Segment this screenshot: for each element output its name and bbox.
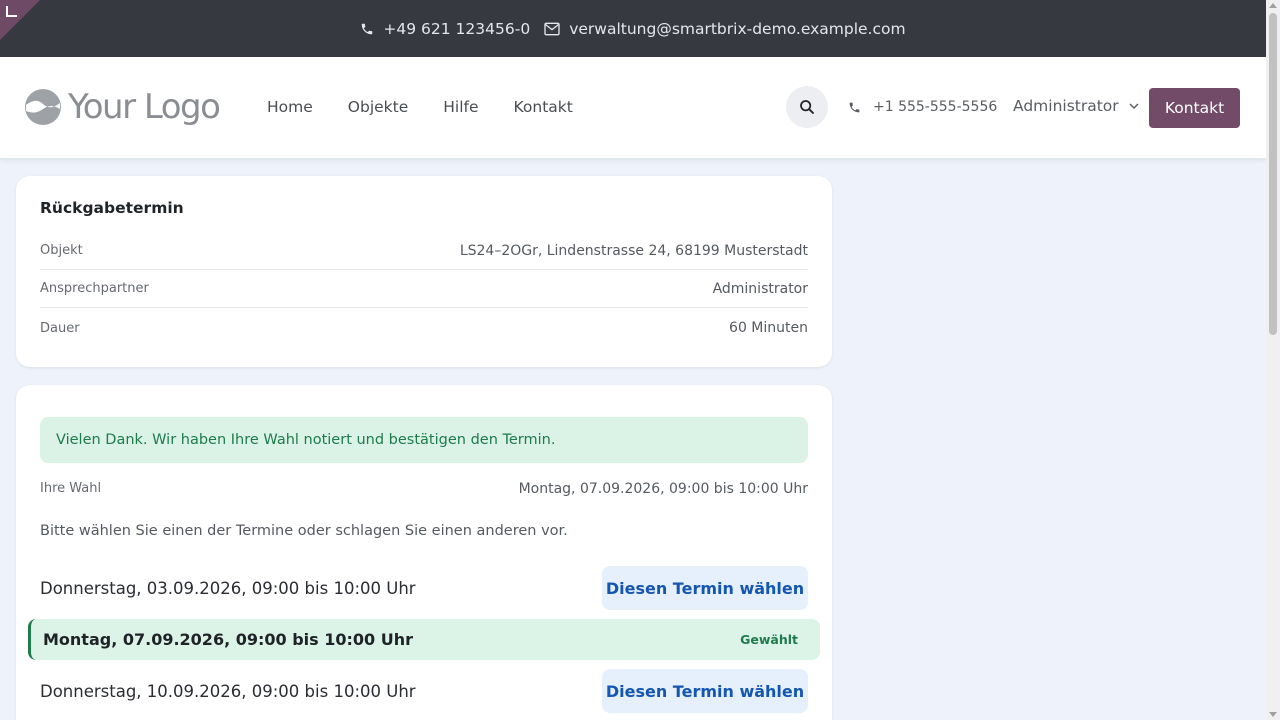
- header-phone[interactable]: +1 555-555-5556: [848, 99, 997, 115]
- selected-badge: Gewählt: [740, 632, 798, 647]
- edit-corner-icon: [6, 6, 17, 17]
- logo-icon: [25, 89, 61, 125]
- phone-icon: [362, 23, 373, 34]
- appointment-title: Rückgabetermin: [40, 199, 184, 217]
- logo-text: Your Logo: [68, 87, 221, 127]
- appointment-card: Rückgabetermin Objekt LS24–2OGr, Lindens…: [16, 176, 832, 367]
- user-menu[interactable]: Administrator: [1013, 97, 1139, 115]
- slot-date: Montag, 07.09.2026, 09:00 bis 10:00 Uhr: [43, 630, 414, 649]
- contact-topbar: +49 621 123456-0 verwaltung@smartbrix-de…: [0, 0, 1266, 57]
- nav-hilfe[interactable]: Hilfe: [443, 98, 478, 116]
- slot-date: Donnerstag, 10.09.2026, 09:00 bis 10:00 …: [40, 681, 416, 701]
- slot-row: Donnerstag, 10.09.2026, 09:00 bis 10:00 …: [40, 669, 808, 713]
- nav-kontakt[interactable]: Kontakt: [514, 98, 573, 116]
- detail-row-dauer: Dauer 60 Minuten: [40, 309, 808, 347]
- topbar-phone-text: +49 621 123456-0: [383, 19, 531, 38]
- your-choice-row: Ihre Wahl Montag, 07.09.2026, 09:00 bis …: [40, 481, 808, 497]
- topbar-email-text: verwaltung@smartbrix-demo.example.com: [569, 19, 906, 38]
- detail-label: Ansprechpartner: [40, 281, 149, 296]
- main-nav: Home Objekte Hilfe Kontakt: [267, 98, 608, 116]
- selection-hint: Bitte wählen Sie einen der Termine oder …: [40, 523, 568, 539]
- site-logo[interactable]: Your Logo: [24, 87, 221, 127]
- nav-objekte[interactable]: Objekte: [348, 98, 408, 116]
- user-name: Administrator: [1013, 97, 1119, 115]
- topbar-phone[interactable]: +49 621 123456-0: [360, 20, 530, 38]
- scroll-up-arrow-icon[interactable]: [1269, 3, 1277, 8]
- slot-row: Donnerstag, 03.09.2026, 09:00 bis 10:00 …: [40, 566, 808, 610]
- slot-row-selected: Montag, 07.09.2026, 09:00 bis 10:00 Uhr …: [28, 619, 820, 660]
- detail-value: 60 Minuten: [729, 320, 808, 336]
- scroll-thumb[interactable]: [1269, 13, 1277, 335]
- detail-row-ansprechpartner: Ansprechpartner Administrator: [40, 270, 808, 308]
- kontakt-button[interactable]: Kontakt: [1149, 88, 1240, 128]
- detail-row-objekt: Objekt LS24–2OGr, Lindenstrasse 24, 6819…: [40, 232, 808, 270]
- choice-value: Montag, 07.09.2026, 09:00 bis 10:00 Uhr: [518, 481, 808, 497]
- chevron-down-icon: [1129, 102, 1139, 109]
- page-scrollbar[interactable]: [1266, 0, 1280, 720]
- choose-slot-button[interactable]: Diesen Termin wählen: [602, 566, 808, 610]
- success-alert: Vielen Dank. Wir haben Ihre Wahl notiert…: [40, 417, 808, 463]
- phone-icon: [849, 102, 860, 112]
- site-header: Your Logo Home Objekte Hilfe Kontakt +1 …: [0, 57, 1266, 159]
- selection-card: Vielen Dank. Wir haben Ihre Wahl notiert…: [16, 385, 832, 720]
- header-phone-text: +1 555-555-5556: [873, 99, 998, 115]
- detail-value: LS24–2OGr, Lindenstrasse 24, 68199 Muste…: [459, 242, 808, 259]
- search-button[interactable]: [786, 86, 828, 128]
- detail-value: Administrator: [712, 280, 808, 297]
- mail-icon: [544, 22, 560, 35]
- detail-label: Dauer: [40, 320, 80, 336]
- choice-label: Ihre Wahl: [40, 481, 102, 496]
- nav-home[interactable]: Home: [267, 98, 313, 116]
- choose-slot-button[interactable]: Diesen Termin wählen: [602, 669, 808, 713]
- topbar-email[interactable]: verwaltung@smartbrix-demo.example.com: [544, 19, 906, 38]
- slot-date: Donnerstag, 03.09.2026, 09:00 bis 10:00 …: [40, 578, 416, 598]
- scroll-down-arrow-icon[interactable]: [1269, 712, 1277, 717]
- search-icon: [800, 100, 814, 114]
- detail-label: Objekt: [40, 243, 83, 258]
